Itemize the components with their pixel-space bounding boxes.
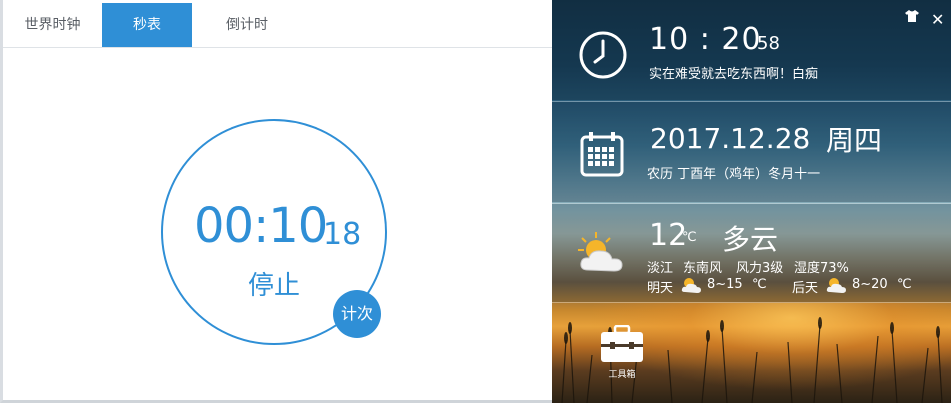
humidity: 湿度73% [794,261,849,276]
tab-countdown[interactable]: 倒计时 [192,3,302,47]
partly-cloudy-icon [578,232,623,272]
temperature-unit: ℃ [682,230,697,245]
current-time: 10 : 20 [649,22,762,57]
weather-condition: 多云 [722,223,779,256]
stopwatch-panel: 世界时钟 秒表 倒计时 00:10 18 停止 计次 [0,0,552,403]
tab-stopwatch[interactable]: 秒表 [102,3,192,47]
tab-world-clock[interactable]: 世界时钟 [3,3,102,47]
info-panel: ✕ 10 : 20 58 实在难受就去吃东西啊！白痴 2017.12.28 周四… [552,0,951,403]
wind-direction: 东南风 [683,261,723,276]
stop-button[interactable]: 停止 [234,266,314,306]
forecast-after-range: 8~20 [852,277,888,292]
stopwatch-time: 00:10 [194,198,328,254]
weekday: 周四 [826,124,883,157]
toolbox-label: 工具箱 [608,370,636,380]
toolbox-button[interactable]: 工具箱 [598,324,646,385]
weather-location: 淡江 [647,261,674,276]
stopwatch-fraction: 18 [323,217,362,252]
forecast-tomorrow-range: 8~15 [707,277,743,292]
forecast-after-unit: ℃ [897,277,912,292]
lap-button[interactable]: 计次 [333,290,381,338]
clock-icon [579,31,627,79]
partly-cloudy-icon [826,278,846,293]
divider [552,302,951,303]
skin-shirt-icon[interactable] [905,10,919,22]
toolbox-icon [601,324,643,362]
forecast-tomorrow-unit: ℃ [752,277,767,292]
forecast-tomorrow-label: 明天 [647,281,674,296]
current-seconds: 58 [757,33,780,54]
current-date: 2017.12.28 [650,122,811,155]
close-icon[interactable]: ✕ [931,10,944,29]
wind-level: 风力3级 [736,261,784,276]
calendar-icon [580,132,624,177]
clock-message: 实在难受就去吃东西啊！白痴 [649,67,819,82]
partly-cloudy-icon [681,278,701,293]
lunar-date: 农历 丁酉年（鸡年）冬月十一 [647,167,821,182]
tab-bar: 世界时钟 秒表 倒计时 [3,3,552,48]
forecast-after-label: 后天 [792,281,819,296]
